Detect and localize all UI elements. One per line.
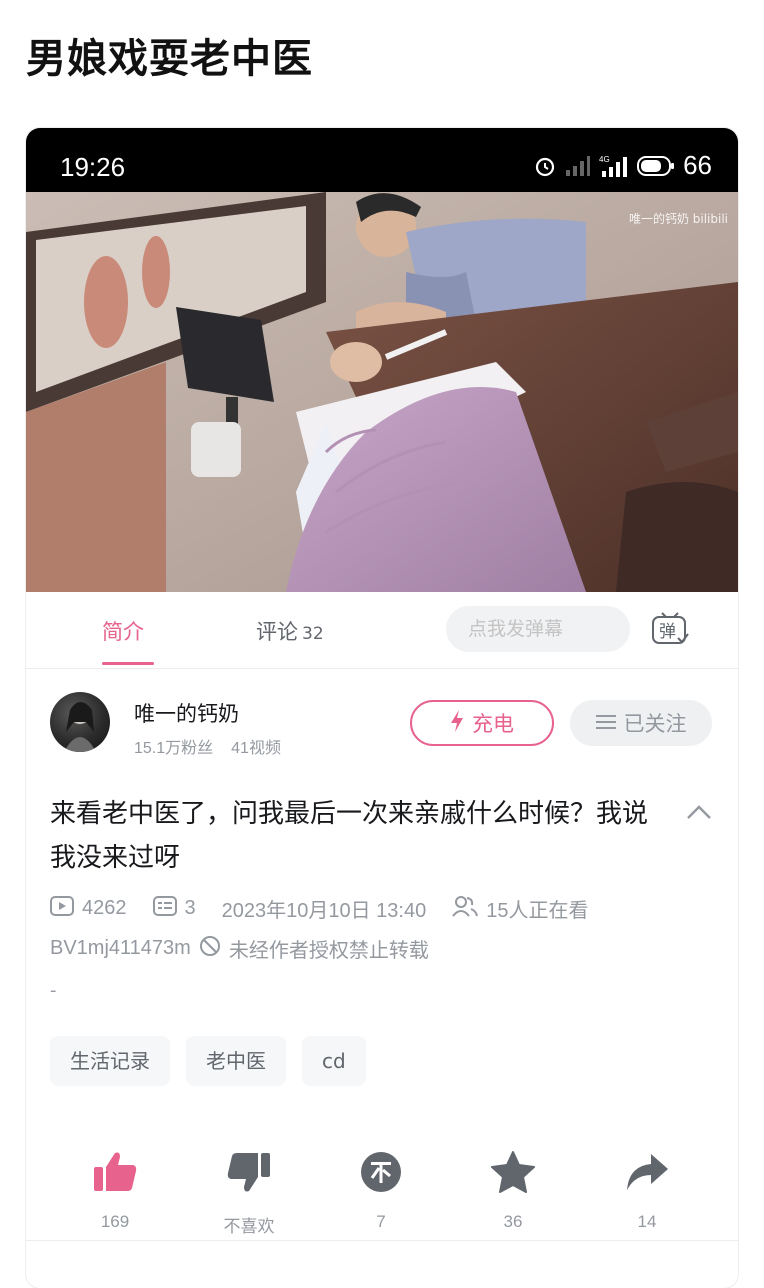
danmaku-toggle-icon[interactable]: 弹 <box>650 610 690 650</box>
share-button[interactable]: 14 <box>602 1148 692 1232</box>
dislike-button[interactable]: 不喜欢 <box>204 1148 294 1237</box>
tab-intro[interactable]: 简介 <box>102 616 144 646</box>
page-title: 男娘戏耍老中医 <box>26 36 313 82</box>
divider <box>26 1240 738 1241</box>
follow-label: 已关注 <box>623 712 687 736</box>
video-player[interactable]: 唯一的钙奶 bilibili <box>26 192 738 592</box>
tab-comments[interactable]: 评论 32 <box>256 616 324 646</box>
favorite-count: 36 <box>503 1212 523 1231</box>
status-bar: 19:26 4G 66 <box>26 128 738 192</box>
tag-item[interactable]: 老中医 <box>186 1036 286 1086</box>
no-repost-icon <box>199 935 221 963</box>
video-meta-row: 4262 3 2023年10月10日 13:40 15人正在看 <box>50 894 588 923</box>
charge-label: 充电 <box>472 712 514 736</box>
tag-item[interactable]: cd <box>302 1036 366 1086</box>
action-bar: 169 不喜欢 7 36 14 <box>26 1148 738 1238</box>
description-extra: - <box>50 980 57 1001</box>
watching-icon <box>452 895 479 923</box>
signal-icon-sim2: 4G <box>599 154 629 178</box>
lightning-icon <box>450 709 464 737</box>
thumbs-up-icon <box>70 1148 160 1196</box>
play-count-icon <box>50 895 74 922</box>
dislike-label: 不喜欢 <box>223 1217 275 1236</box>
tag-list: 生活记录 老中医 cd <box>50 1036 366 1086</box>
like-button[interactable]: 169 <box>70 1148 160 1232</box>
publish-time: 2023年10月10日 13:40 <box>221 900 427 922</box>
danmaku-icon-text: 弹 <box>659 622 676 642</box>
tab-comments-count: 32 <box>302 624 324 644</box>
battery-level: 66 <box>683 150 712 180</box>
uploader-name[interactable]: 唯一的钙奶 <box>134 698 239 728</box>
favorite-button[interactable]: 36 <box>468 1148 558 1232</box>
fans-count: 15.1万粉丝 <box>134 740 214 757</box>
share-icon <box>602 1148 692 1196</box>
danmaku-count: 3 <box>184 897 196 919</box>
thumbs-down-icon <box>204 1148 294 1196</box>
charge-button[interactable]: 充电 <box>410 700 554 746</box>
video-count: 41视频 <box>231 740 281 757</box>
video-description: 来看老中医了，问我最后一次来亲戚什么时候？我说我没来过呀 <box>50 799 649 873</box>
video-meta-row-2: BV1mj411473m 未经作者授权禁止转载 <box>50 934 429 963</box>
coin-button[interactable]: 7 <box>336 1148 426 1232</box>
tab-intro-indicator <box>102 662 154 665</box>
signal-icon-sim1 <box>565 155 591 177</box>
star-icon <box>468 1148 558 1196</box>
tab-bar: 简介 评论 32 点我发弹幕 弹 <box>26 592 738 669</box>
danmaku-input[interactable]: 点我发弹幕 <box>446 606 630 652</box>
video-watermark: 唯一的钙奶 bilibili <box>628 212 728 226</box>
uploader-row: 唯一的钙奶 15.1万粉丝 41视频 充电 已关注 <box>26 668 738 778</box>
bvid[interactable]: BV1mj411473m <box>50 937 191 960</box>
chevron-up-icon[interactable] <box>686 804 712 824</box>
tag-item[interactable]: 生活记录 <box>50 1036 170 1086</box>
danmaku-count-icon <box>152 895 177 922</box>
video-frame-image <box>26 192 738 592</box>
share-count: 14 <box>637 1212 657 1231</box>
app-screenshot: 19:26 4G 66 唯一的钙奶 bilibili 简介 评论 32 点我发弹… <box>26 128 738 1288</box>
battery-icon <box>637 155 675 177</box>
status-icons: 4G 66 <box>533 150 712 181</box>
coin-count: 7 <box>376 1212 386 1231</box>
alarm-icon <box>533 154 557 178</box>
like-count: 169 <box>100 1212 130 1231</box>
coin-icon <box>336 1148 426 1196</box>
watching-count: 15人正在看 <box>486 900 589 922</box>
copyright-notice: 未经作者授权禁止转载 <box>228 940 429 962</box>
svg-text:4G: 4G <box>599 155 610 164</box>
play-count: 4262 <box>82 897 127 919</box>
avatar[interactable] <box>50 692 110 752</box>
uploader-stats: 15.1万粉丝 41视频 <box>134 734 281 758</box>
menu-icon <box>595 711 616 735</box>
status-time: 19:26 <box>60 152 126 182</box>
follow-button[interactable]: 已关注 <box>570 700 712 746</box>
tab-comments-label: 评论 <box>256 620 298 644</box>
